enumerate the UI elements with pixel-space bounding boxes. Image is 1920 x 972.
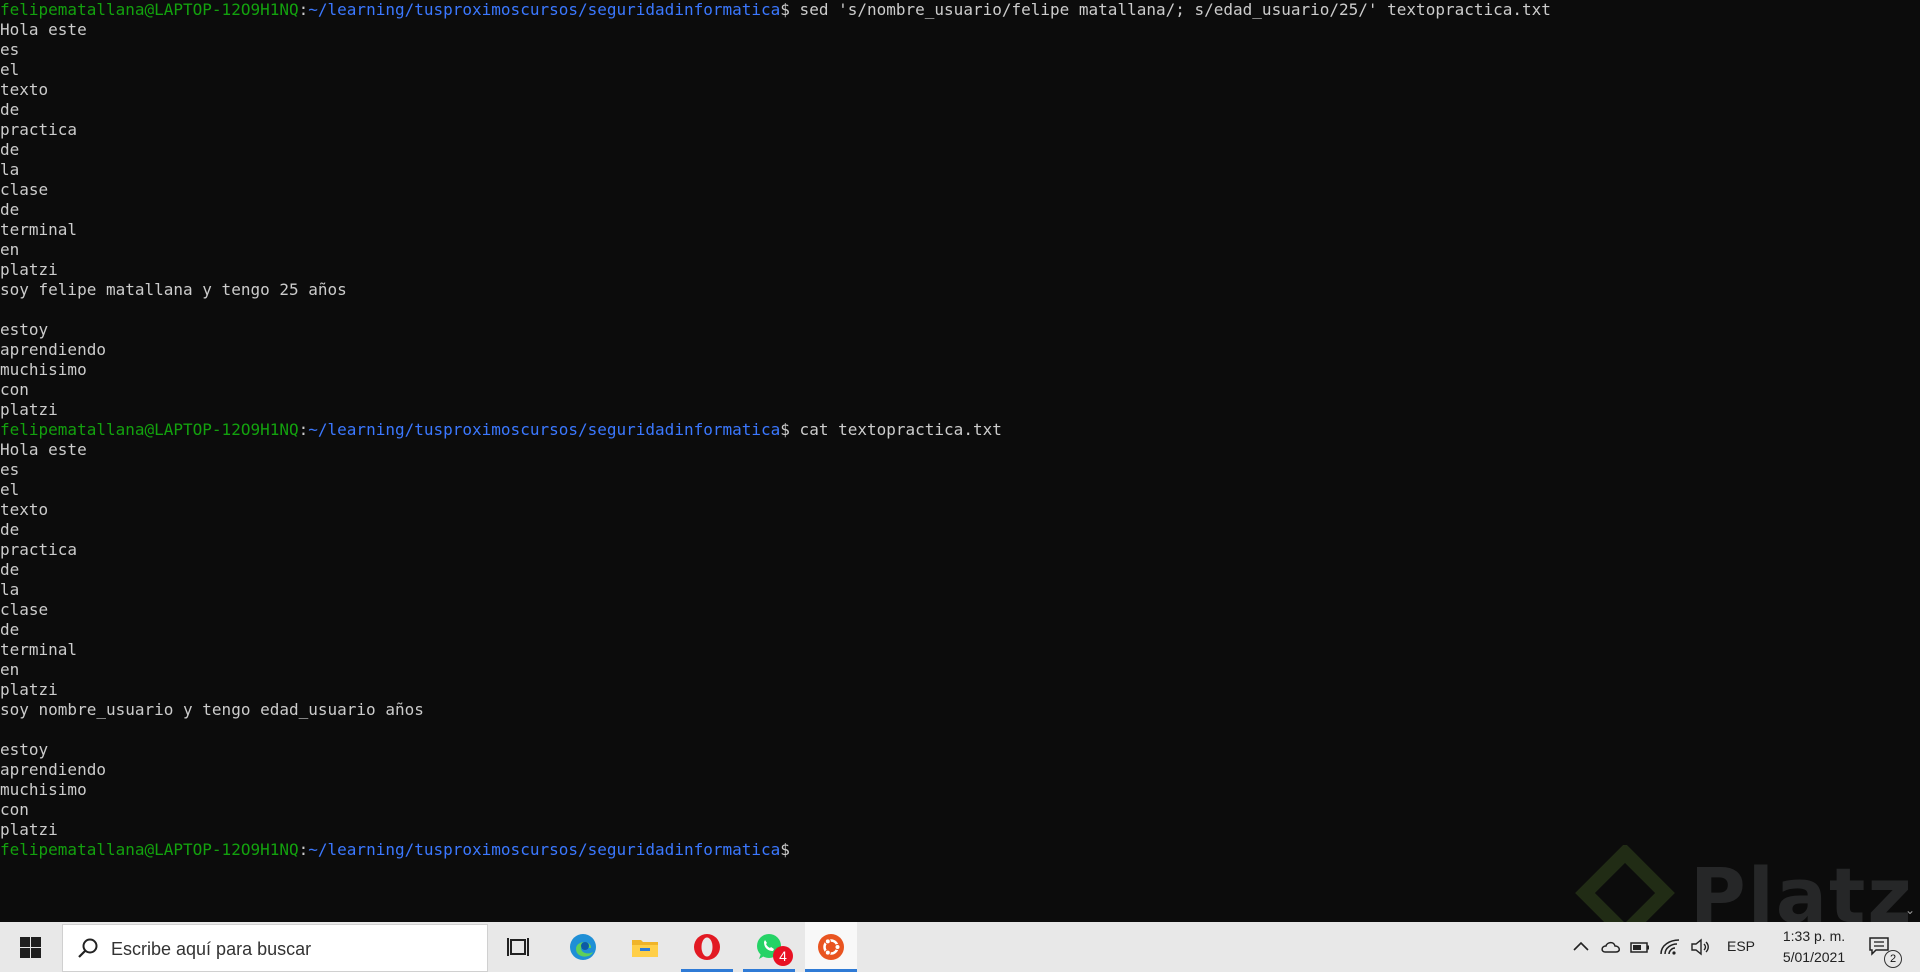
- output-line: el: [0, 60, 20, 79]
- output-line: platzi: [0, 260, 58, 279]
- output-line: practica: [0, 120, 78, 139]
- output-line: el: [0, 480, 20, 499]
- prompt-path: ~/learning/tusproximoscursos/seguridadin…: [308, 840, 781, 859]
- output-line: con: [0, 800, 29, 819]
- output-line: la: [0, 160, 20, 179]
- output-line: soy nombre_usuario y tengo edad_usuario …: [0, 700, 424, 719]
- output-line: texto: [0, 80, 49, 99]
- output-line: de: [0, 520, 20, 539]
- file-explorer-button[interactable]: [619, 922, 671, 972]
- output-line: clase: [0, 180, 49, 199]
- search-icon: [78, 938, 98, 958]
- ubuntu-taskbar-button[interactable]: [805, 922, 857, 972]
- output-line: estoy: [0, 320, 49, 339]
- terminal-scrollbar[interactable]: ⌄: [1900, 0, 1920, 922]
- prompt-separator: :: [298, 840, 309, 859]
- prompt-symbol: $: [780, 0, 790, 19]
- output-line: platzi: [0, 820, 58, 839]
- output-line: muchisimo: [0, 780, 87, 799]
- volume-icon[interactable]: [1689, 936, 1711, 958]
- chevron-up-icon[interactable]: [1570, 936, 1592, 958]
- output-line: muchisimo: [0, 360, 87, 379]
- notification-count-badge: 2: [1884, 950, 1902, 968]
- prompt-symbol: $: [780, 840, 790, 859]
- wifi-icon[interactable]: [1659, 936, 1681, 958]
- clock-date[interactable]: 5/01/2021: [1772, 949, 1856, 965]
- output-line: aprendiendo: [0, 760, 106, 779]
- whatsapp-notification-badge: 4: [773, 946, 793, 966]
- output-line: platzi: [0, 680, 58, 699]
- folder-icon: [632, 940, 658, 957]
- edge-taskbar-button[interactable]: [557, 922, 609, 972]
- output-line: aprendiendo: [0, 340, 106, 359]
- prompt-symbol: $: [780, 420, 790, 439]
- output-line: terminal: [0, 220, 78, 239]
- command-text: cat textopractica.txt: [789, 420, 1002, 439]
- output-line: clase: [0, 600, 49, 619]
- onedrive-cloud-icon[interactable]: [1600, 936, 1622, 958]
- output-line: es: [0, 40, 20, 59]
- output-line: estoy: [0, 740, 49, 759]
- output-line: texto: [0, 500, 49, 519]
- output-line: en: [0, 240, 20, 259]
- opera-icon: [694, 934, 720, 960]
- whatsapp-taskbar-button[interactable]: 4: [743, 922, 795, 972]
- prompt-separator: :: [298, 420, 309, 439]
- output-line: soy felipe matallana y tengo 25 años: [0, 280, 347, 299]
- output-line: la: [0, 580, 20, 599]
- start-button[interactable]: [0, 922, 60, 972]
- taskbar: Escribe aquí para buscar 4 ESP 1:33 p. m…: [0, 922, 1920, 972]
- opera-taskbar-button[interactable]: [681, 922, 733, 972]
- output-line: Hola este: [0, 440, 87, 459]
- output-line: platzi: [0, 400, 58, 419]
- output-line: de: [0, 200, 20, 219]
- terminal-window[interactable]: felipematallana@LAPTOP-12O9H1NQ:~/learni…: [0, 0, 1900, 922]
- prompt-line: felipematallana@LAPTOP-12O9H1NQ:~/learni…: [0, 0, 1900, 20]
- output-line: de: [0, 560, 20, 579]
- prompt-user-host: felipematallana@LAPTOP-12O9H1NQ: [0, 0, 299, 19]
- output-line: es: [0, 460, 20, 479]
- clock-time[interactable]: 1:33 p. m.: [1772, 928, 1856, 944]
- battery-icon[interactable]: [1629, 936, 1651, 958]
- output-line: de: [0, 140, 20, 159]
- task-view-button[interactable]: [494, 922, 546, 972]
- output-line: terminal: [0, 640, 78, 659]
- edge-icon: [570, 934, 596, 960]
- output-line: Hola este: [0, 20, 87, 39]
- search-placeholder: Escribe aquí para buscar: [111, 939, 312, 959]
- output-line: con: [0, 380, 29, 399]
- output-line: practica: [0, 540, 78, 559]
- prompt-line: felipematallana@LAPTOP-12O9H1NQ:~/learni…: [0, 420, 1900, 440]
- prompt-user-host: felipematallana@LAPTOP-12O9H1NQ: [0, 420, 299, 439]
- prompt-path: ~/learning/tusproximoscursos/seguridadin…: [308, 420, 781, 439]
- output-line: de: [0, 100, 20, 119]
- task-view-icon: [507, 938, 529, 956]
- command-text: sed 's/nombre_usuario/felipe matallana/;…: [789, 0, 1551, 19]
- taskbar-search-box[interactable]: Escribe aquí para buscar: [62, 924, 488, 972]
- ubuntu-icon: [818, 934, 844, 960]
- output-line: de: [0, 620, 20, 639]
- prompt-separator: :: [298, 0, 309, 19]
- prompt-path: ~/learning/tusproximoscursos/seguridadin…: [308, 0, 781, 19]
- prompt-user-host: felipematallana@LAPTOP-12O9H1NQ: [0, 840, 299, 859]
- input-language-indicator[interactable]: ESP: [1727, 938, 1755, 954]
- output-line: en: [0, 660, 20, 679]
